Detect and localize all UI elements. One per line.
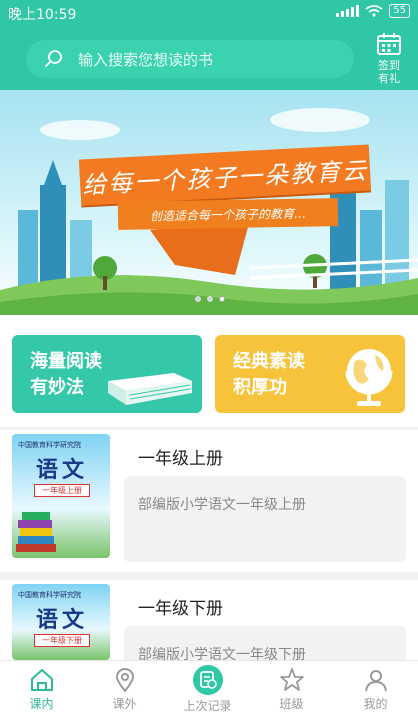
status-time: 晚上10:59 bbox=[8, 7, 77, 23]
tab-label: 课外 bbox=[112, 697, 137, 711]
carousel-dot-active bbox=[219, 296, 225, 302]
bottom-tab-bar: 课内 课外 上次记录 班级 我的 bbox=[0, 660, 418, 720]
book-stack-icon bbox=[16, 512, 56, 552]
book-cover: 中国教育科学研究院 语文 一年级上册 bbox=[12, 434, 110, 558]
book-description: 部编版小学语文一年级上册 bbox=[138, 497, 306, 513]
search-bar[interactable]: 输入搜索您想读的书 bbox=[26, 40, 354, 78]
status-bar: 晚上10:59 55 bbox=[0, 0, 418, 26]
app-header: 晚上10:59 55 输入搜索您想读的书 签到 有礼 bbox=[0, 0, 418, 90]
feature-card-title: 海量阅读 bbox=[30, 351, 102, 372]
signal-icon bbox=[336, 5, 360, 17]
cover-grade: 一年级下册 bbox=[34, 634, 90, 647]
feature-cards: 海量阅读 有妙法 经典素读 积厚功 bbox=[0, 315, 418, 427]
feature-card-title: 经典素读 bbox=[233, 351, 305, 372]
feature-card-subtitle: 积厚功 bbox=[233, 377, 287, 398]
checkin-label-2: 有礼 bbox=[378, 72, 400, 85]
feature-card-classics[interactable]: 经典素读 积厚功 bbox=[215, 335, 405, 413]
wifi-icon bbox=[365, 5, 383, 17]
banner-subslogan: 创造适合每一个孩子的教育… bbox=[117, 198, 339, 230]
book-item[interactable]: 中国教育科学研究院 语文 一年级上册 一年级上册 部编版小学语文一年级上册 bbox=[0, 430, 418, 572]
tab-label: 我的 bbox=[363, 697, 388, 711]
user-icon bbox=[364, 670, 387, 692]
tab-last-record[interactable]: 上次记录 bbox=[166, 661, 249, 720]
location-icon bbox=[115, 668, 134, 693]
tab-label: 课内 bbox=[29, 697, 54, 711]
book-icon bbox=[108, 373, 192, 405]
history-icon bbox=[192, 665, 223, 695]
cover-grade: 一年级上册 bbox=[34, 484, 90, 497]
carousel-dot bbox=[195, 296, 201, 302]
carousel-dot bbox=[207, 296, 213, 302]
status-icons: 55 bbox=[336, 4, 410, 18]
tab-class[interactable]: 班级 bbox=[250, 661, 333, 720]
cover-subject: 语文 bbox=[35, 457, 88, 483]
book-description-box: 部编版小学语文一年级上册 bbox=[124, 476, 406, 562]
feature-card-subtitle: 有妙法 bbox=[30, 377, 84, 398]
calendar-icon bbox=[377, 33, 401, 55]
cover-publisher: 中国教育科学研究院 bbox=[18, 591, 81, 599]
tab-extracurricular[interactable]: 课外 bbox=[83, 661, 166, 720]
book-title: 一年级下册 bbox=[138, 599, 223, 619]
tab-label: 班级 bbox=[279, 697, 304, 711]
feature-card-reading[interactable]: 海量阅读 有妙法 bbox=[12, 335, 202, 413]
promo-banner[interactable]: 给每一个孩子一朵教育云 创造适合每一个孩子的教育… bbox=[0, 90, 418, 315]
search-placeholder: 输入搜索您想读的书 bbox=[78, 50, 214, 69]
search-icon bbox=[45, 50, 62, 67]
cover-publisher: 中国教育科学研究院 bbox=[18, 441, 81, 449]
tab-in-class[interactable]: 课内 bbox=[0, 661, 83, 720]
globe-icon bbox=[345, 349, 393, 406]
home-icon bbox=[30, 669, 53, 691]
cover-subject: 语文 bbox=[35, 607, 88, 633]
carousel-indicator bbox=[195, 296, 225, 302]
book-title: 一年级上册 bbox=[138, 449, 223, 469]
book-item[interactable]: 中国教育科学研究院 语文 一年级下册 一年级下册 部编版小学语文一年级下册 bbox=[0, 580, 418, 666]
star-icon bbox=[279, 668, 304, 691]
checkin-label-1: 签到 bbox=[378, 59, 400, 72]
tab-label: 上次记录 bbox=[183, 699, 232, 713]
tab-mine[interactable]: 我的 bbox=[334, 661, 417, 720]
battery-indicator: 55 bbox=[389, 4, 410, 18]
book-cover: 中国教育科学研究院 语文 一年级下册 bbox=[12, 584, 110, 660]
checkin-button[interactable]: 签到 有礼 bbox=[370, 32, 408, 85]
